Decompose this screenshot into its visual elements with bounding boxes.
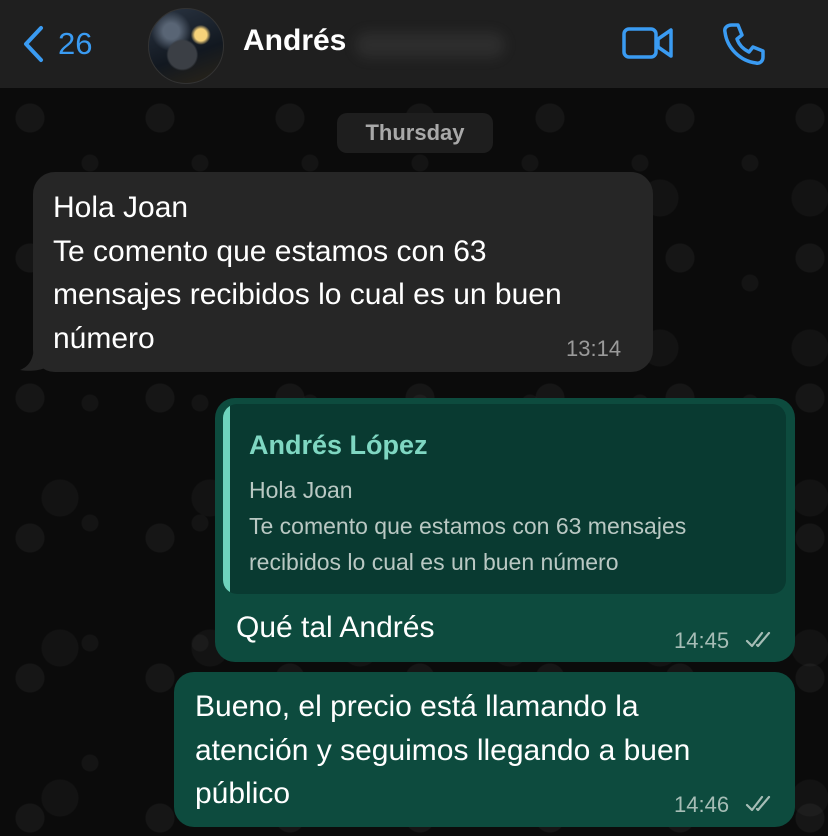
video-call-button[interactable] (622, 25, 674, 66)
chevron-left-icon (24, 26, 43, 62)
message-timestamp: 13:14 (566, 336, 622, 361)
back-button[interactable]: 26 (22, 22, 92, 66)
quote-accent-bar (223, 404, 230, 594)
double-check-icon (745, 795, 771, 812)
message-timestamp: 14:46 (674, 792, 730, 817)
voice-call-button[interactable] (720, 21, 766, 72)
quoted-message[interactable]: Andrés López Hola Joan Te comento que es… (223, 404, 786, 594)
chat-header: 26 Andrés (0, 0, 828, 88)
message-timestamp: 14:45 (674, 628, 730, 653)
day-separator: Thursday (337, 113, 493, 153)
double-check-icon (745, 631, 771, 648)
redacted-surname (355, 32, 505, 58)
avatar[interactable] (148, 8, 224, 84)
video-camera-icon (622, 27, 673, 59)
outgoing-message-text: Qué tal Andrés (236, 611, 435, 644)
quote-author: Andrés López (249, 430, 428, 460)
quote-text: Hola Joan Te comento que estamos con 63 … (249, 477, 687, 575)
phone-icon (723, 23, 765, 65)
incoming-message-text: Hola Joan Te comento que estamos con 63 … (53, 191, 562, 355)
contact-name[interactable]: Andrés (243, 24, 346, 58)
unread-count: 26 (58, 26, 93, 61)
